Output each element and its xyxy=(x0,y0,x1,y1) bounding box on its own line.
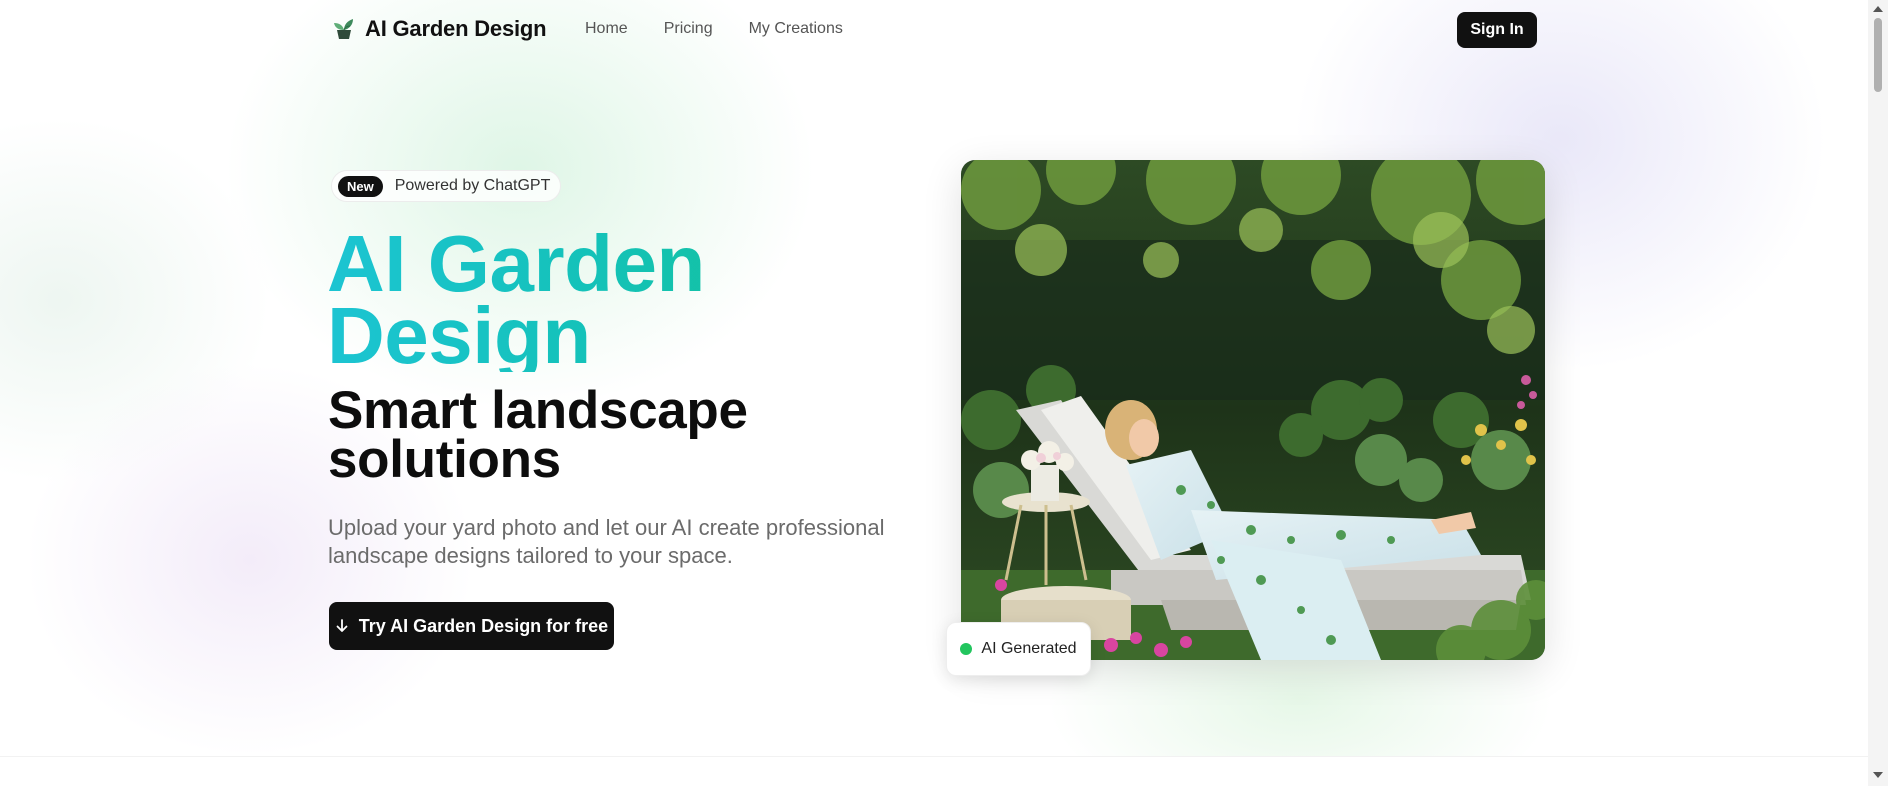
hero-subtitle: Smart landscape solutions xyxy=(328,381,748,489)
try-free-button[interactable]: Try AI Garden Design for free xyxy=(329,602,614,650)
scroll-down-icon[interactable] xyxy=(1873,772,1883,778)
scroll-thumb[interactable] xyxy=(1874,18,1882,92)
new-pill: New xyxy=(338,175,383,197)
try-free-label: Try AI Garden Design for free xyxy=(358,615,609,636)
hero-title: AI Garden Design xyxy=(327,224,927,376)
nav-link-home[interactable]: Home xyxy=(585,20,628,38)
top-navbar: AI Garden Design Home Pricing My Creatio… xyxy=(0,0,1868,60)
hero-description: Upload your yard photo and let our AI cr… xyxy=(328,515,885,568)
badge-text: Powered by ChatGPT xyxy=(394,177,551,194)
scroll-up-icon[interactable] xyxy=(1873,6,1883,12)
brand-logo[interactable]: AI Garden Design xyxy=(331,16,547,42)
garden-illustration xyxy=(961,160,1545,660)
next-section-edge xyxy=(0,756,1868,786)
ai-generated-tag: AI Generated xyxy=(946,622,1091,676)
ai-generated-label: AI Generated xyxy=(981,640,1077,657)
hero-background xyxy=(0,0,1868,756)
page-scrollbar[interactable] xyxy=(1868,0,1888,786)
sign-in-button[interactable]: Sign In xyxy=(1457,12,1537,48)
arrow-down-icon xyxy=(336,619,348,632)
nav-links: Home Pricing My Creations xyxy=(585,20,843,38)
announcement-badge: New Powered by ChatGPT xyxy=(331,170,562,202)
plant-logo-icon xyxy=(334,19,353,39)
nav-link-pricing[interactable]: Pricing xyxy=(664,20,713,38)
status-dot xyxy=(960,643,973,655)
brand-name: AI Garden Design xyxy=(365,16,547,41)
nav-link-my-creations[interactable]: My Creations xyxy=(749,20,843,38)
hero-garden-image xyxy=(961,160,1545,660)
